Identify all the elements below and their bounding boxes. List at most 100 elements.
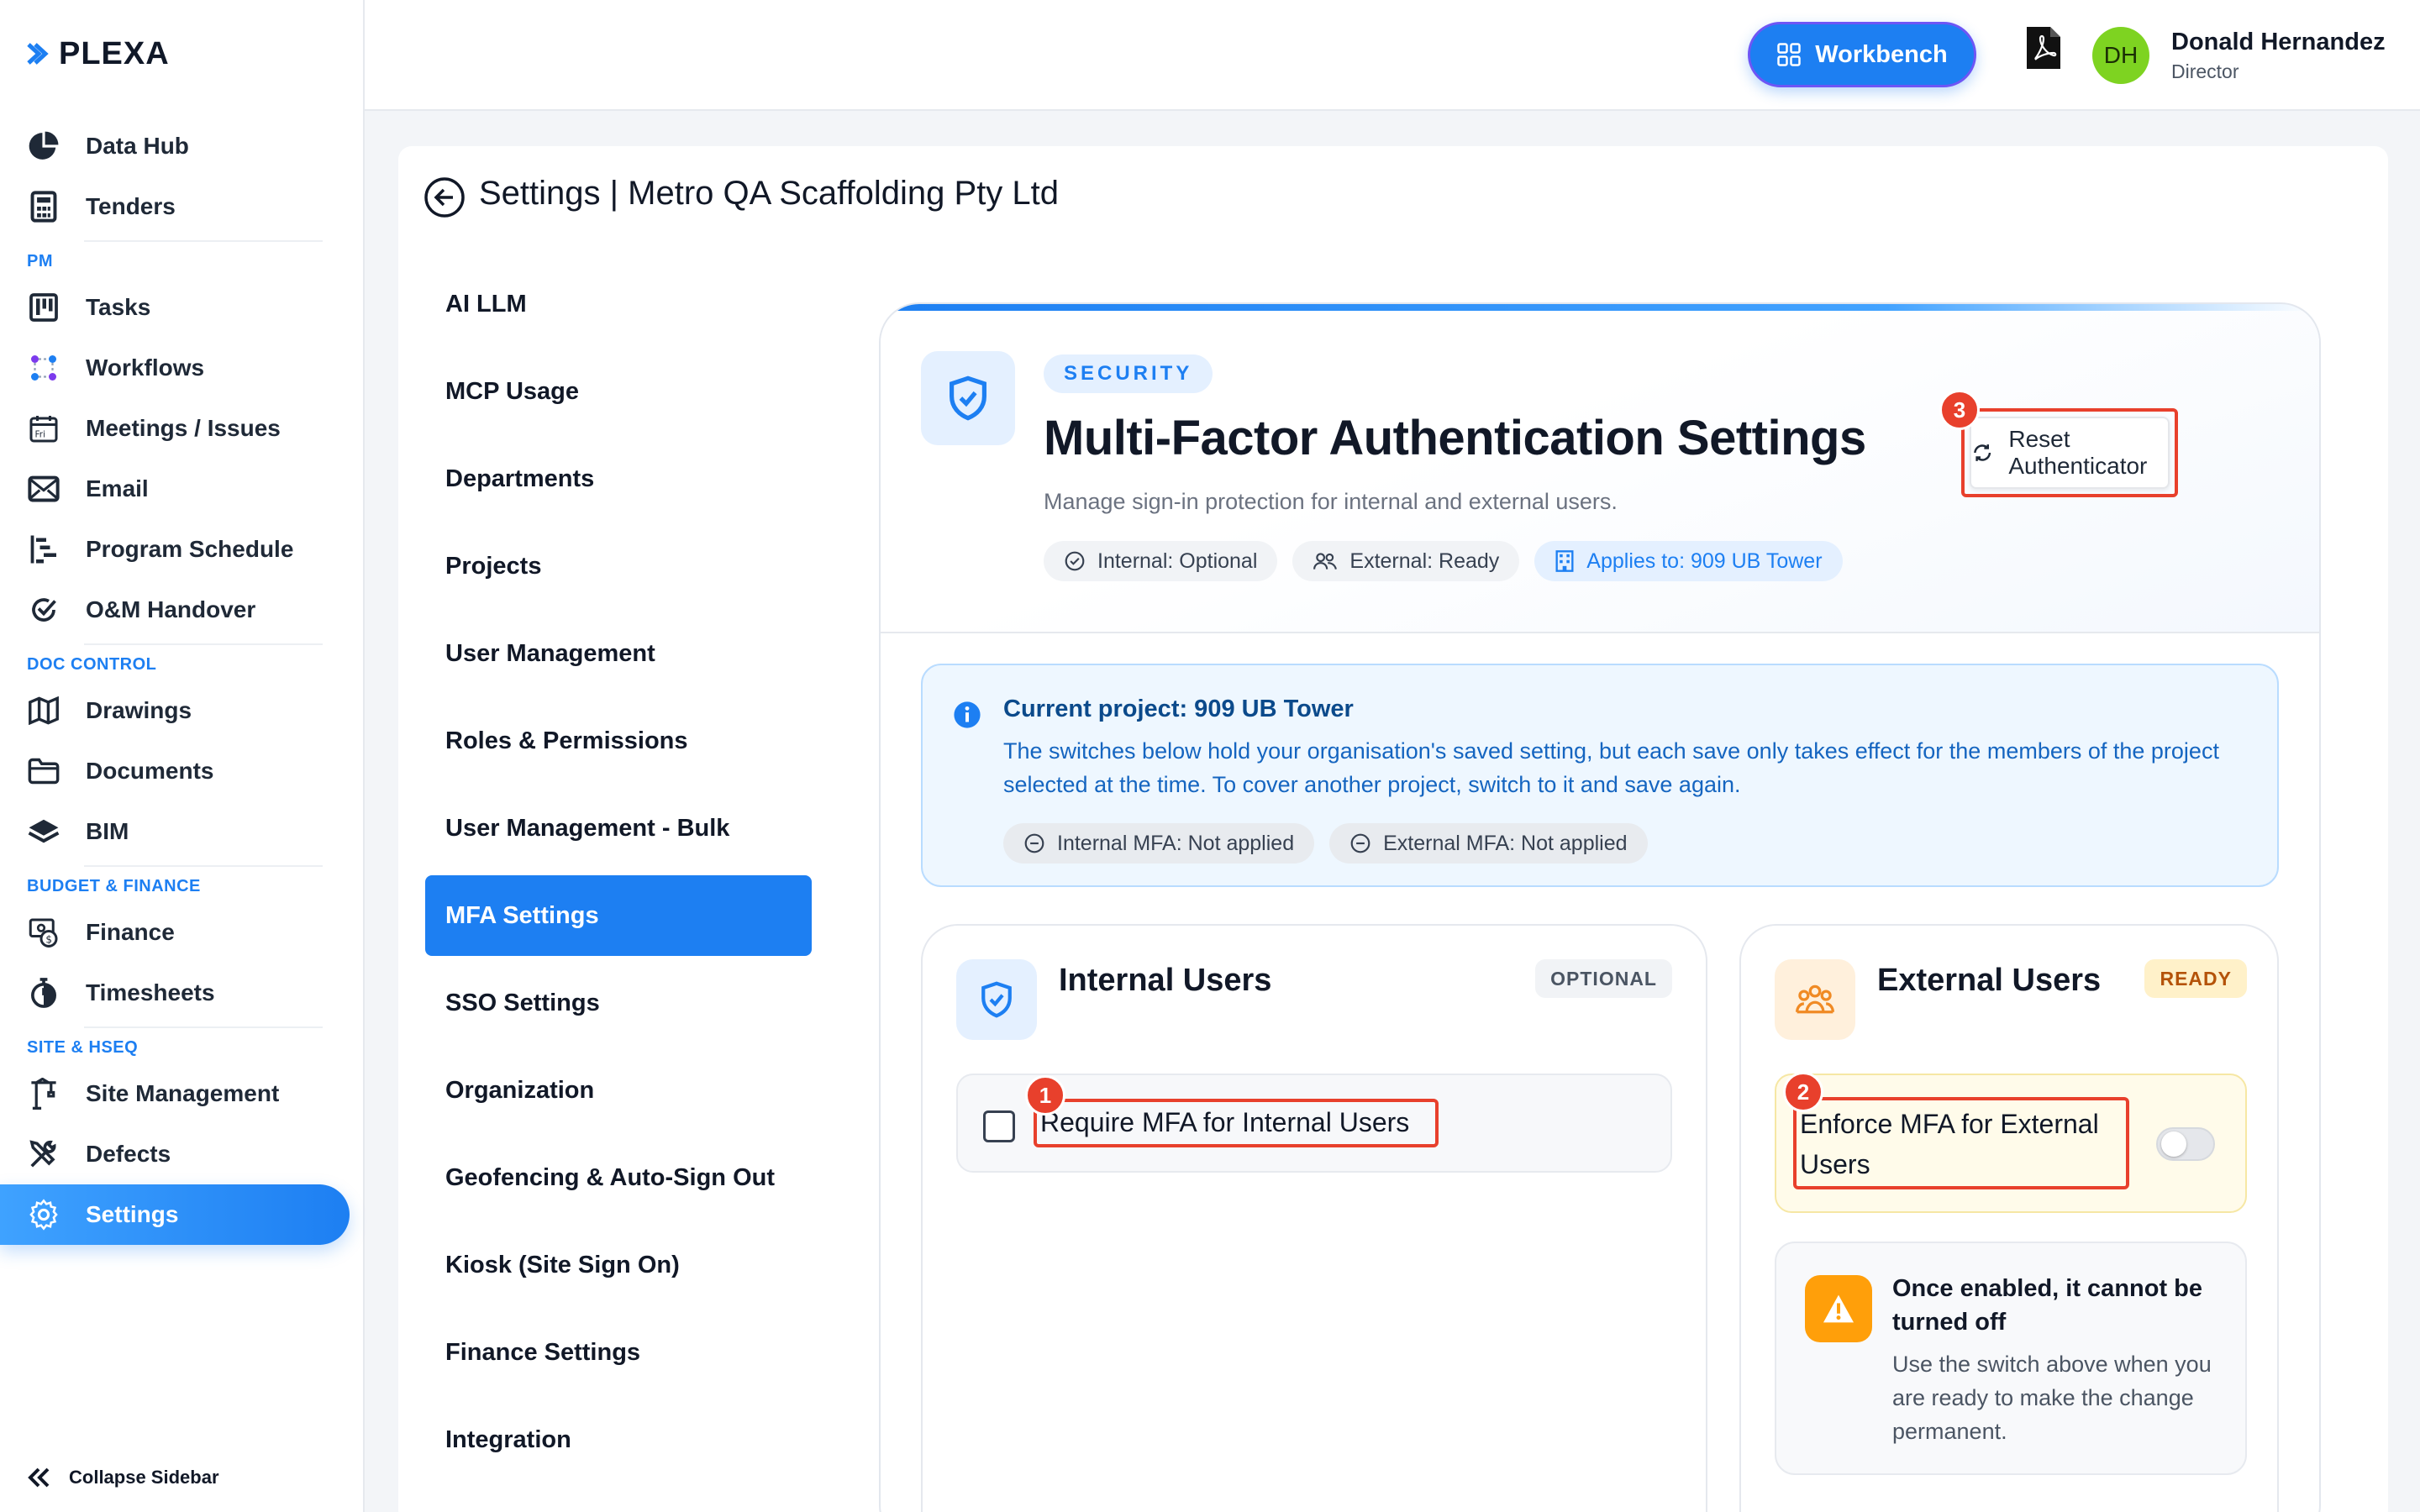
sidebar-item-label: Data Hub bbox=[86, 133, 189, 159]
sidebar-item-tenders[interactable]: Tenders bbox=[0, 176, 365, 237]
sidebar-item-documents[interactable]: Documents bbox=[0, 741, 365, 801]
reset-authenticator-button[interactable]: Reset Authenticator bbox=[1970, 417, 2170, 489]
settings-menu-item[interactable]: AI LLM bbox=[425, 264, 812, 344]
external-users-title: External Users bbox=[1877, 963, 2102, 998]
collapse-sidebar-button[interactable]: Collapse Sidebar bbox=[27, 1467, 219, 1488]
tools-icon bbox=[27, 1137, 60, 1171]
nav-divider bbox=[84, 1026, 323, 1028]
sidebar-item-label: Site Management bbox=[86, 1080, 280, 1106]
external-users-card: External Users READY Enforce MFA for Ext… bbox=[1739, 924, 2279, 1512]
sidebar-item-site-management[interactable]: Site Management bbox=[0, 1063, 365, 1124]
require-mfa-internal-checkbox[interactable] bbox=[983, 1110, 1015, 1142]
enforce-mfa-external-toggle[interactable] bbox=[2156, 1127, 2215, 1161]
gear-icon bbox=[27, 1198, 60, 1231]
settings-menu-item[interactable]: User Management - Bulk bbox=[425, 788, 812, 869]
sidebar-item-email[interactable]: Email bbox=[0, 459, 365, 519]
permanent-change-warning: Once enabled, it cannot be turned off Us… bbox=[1775, 1242, 2247, 1475]
user-role: Director bbox=[2171, 60, 2239, 82]
folder-icon bbox=[27, 754, 60, 788]
collapse-sidebar-label: Collapse Sidebar bbox=[69, 1467, 219, 1488]
require-mfa-internal-label[interactable]: Require MFA for Internal Users bbox=[1040, 1107, 1409, 1138]
settings-menu-item[interactable]: MCP Usage bbox=[425, 351, 812, 432]
info-icon bbox=[954, 701, 981, 728]
calculator-icon bbox=[27, 190, 60, 223]
avatar[interactable]: DH bbox=[2092, 27, 2149, 84]
grid-icon bbox=[1777, 43, 1802, 66]
settings-menu-item[interactable]: Departments bbox=[425, 438, 812, 519]
settings-menu-item[interactable]: Geofencing & Auto-Sign Out bbox=[425, 1137, 812, 1218]
settings-menu-item[interactable]: Kiosk (Site Sign On) bbox=[425, 1225, 812, 1305]
minus-circle-icon bbox=[1350, 833, 1370, 853]
mfa-settings-panel: SECURITY Multi-Factor Authentication Set… bbox=[879, 302, 2321, 1512]
users-icon bbox=[1313, 553, 1338, 570]
kanban-icon bbox=[27, 291, 60, 324]
plexa-logo[interactable]: PLEXA bbox=[27, 35, 170, 71]
sidebar-item-meetings[interactable]: Fri Meetings / Issues bbox=[0, 398, 365, 459]
sidebar-item-program-schedule[interactable]: Program Schedule bbox=[0, 519, 365, 580]
internal-users-card: Internal Users OPTIONAL Require MFA for … bbox=[921, 924, 1707, 1512]
svg-text:Fri: Fri bbox=[35, 430, 46, 440]
sidebar-item-label: Email bbox=[86, 475, 149, 501]
sidebar-item-label: Timesheets bbox=[86, 979, 215, 1005]
internal-applied-label: Internal MFA: Not applied bbox=[1057, 831, 1295, 855]
workbench-button[interactable]: Workbench bbox=[1748, 22, 1976, 87]
layers-icon bbox=[27, 815, 60, 848]
page-title: Settings | Metro QA Scaffolding Pty Ltd bbox=[479, 175, 1060, 212]
sidebar-item-label: Drawings bbox=[86, 697, 192, 723]
enforce-mfa-external-label-line1: Enforce MFA for External bbox=[1800, 1109, 2099, 1139]
warning-text: Use the switch above when you are ready … bbox=[1892, 1352, 2212, 1444]
nav-section-site-hseq: SITE & HSEQ bbox=[27, 1037, 139, 1057]
sidebar-item-data-hub[interactable]: Data Hub bbox=[0, 116, 365, 176]
mail-icon bbox=[27, 472, 60, 506]
sidebar-item-label: Tasks bbox=[86, 294, 151, 320]
sidebar-item-label: O&M Handover bbox=[86, 596, 256, 622]
info-title: Current project: 909 UB Tower bbox=[1003, 696, 1354, 722]
settings-menu: AI LLM MCP Usage Departments Projects User M… bbox=[425, 264, 812, 1487]
settings-menu-item[interactable]: SSO Settings bbox=[425, 963, 812, 1043]
user-name: Donald Hernandez bbox=[2171, 29, 2386, 55]
sidebar-item-label: Settings bbox=[86, 1201, 179, 1227]
sidebar-item-label: Tenders bbox=[86, 193, 176, 219]
mfa-subtitle: Manage sign-in protection for internal a… bbox=[1044, 489, 1618, 514]
settings-menu-item[interactable]: Finance Settings bbox=[425, 1312, 812, 1393]
enforce-mfa-external-label[interactable]: Enforce MFA for External Users bbox=[1800, 1104, 2099, 1184]
settings-menu-item[interactable]: Roles & Permissions bbox=[425, 701, 812, 781]
sidebar-item-workflows[interactable]: Workflows bbox=[0, 338, 365, 398]
gantt-icon bbox=[27, 533, 60, 566]
check-circle-icon bbox=[27, 593, 60, 627]
settings-menu-item[interactable]: Projects bbox=[425, 526, 812, 606]
workflow-icon bbox=[27, 351, 60, 385]
back-button[interactable] bbox=[424, 176, 466, 218]
settings-menu-item[interactable]: User Management bbox=[425, 613, 812, 694]
sidebar-item-timesheets[interactable]: Timesheets bbox=[0, 963, 365, 1023]
status-chip-row: Internal: Optional External: Ready Appli… bbox=[1044, 541, 1843, 581]
sidebar-item-bim[interactable]: BIM bbox=[0, 801, 365, 862]
workbench-label: Workbench bbox=[1815, 40, 1948, 68]
settings-menu-item[interactable]: MFA Settings bbox=[425, 875, 812, 956]
settings-menu-item[interactable]: Integration bbox=[425, 1399, 812, 1480]
sidebar-item-finance[interactable]: $ Finance bbox=[0, 902, 365, 963]
enforce-mfa-external-highlight: Enforce MFA for External Users bbox=[1793, 1097, 2129, 1189]
shield-check-icon bbox=[956, 959, 1037, 1040]
sidebar-item-label: Documents bbox=[86, 758, 214, 784]
logo-text: PLEXA bbox=[59, 35, 170, 71]
external-status-label: External: Ready bbox=[1349, 549, 1500, 573]
sidebar-item-om-handover[interactable]: O&M Handover bbox=[0, 580, 365, 640]
enforce-mfa-external-row: Enforce MFA for External Users 2 bbox=[1775, 1072, 2247, 1213]
users-group-icon bbox=[1775, 959, 1855, 1040]
sidebar-item-settings[interactable]: Settings bbox=[0, 1184, 350, 1245]
current-project-info: Current project: 909 UB Tower The switch… bbox=[921, 664, 2279, 887]
settings-menu-item[interactable]: Organization bbox=[425, 1050, 812, 1131]
svg-text:$: $ bbox=[45, 933, 52, 945]
pdf-icon[interactable] bbox=[2025, 25, 2062, 71]
crane-icon bbox=[27, 1077, 60, 1110]
sidebar-item-label: Meetings / Issues bbox=[86, 415, 281, 441]
double-chevron-left-icon bbox=[28, 1467, 50, 1488]
sidebar-item-tasks[interactable]: Tasks bbox=[0, 277, 365, 338]
toggle-knob bbox=[2161, 1131, 2186, 1157]
require-mfa-internal-row: Require MFA for Internal Users 1 bbox=[956, 1074, 1672, 1173]
sidebar-item-drawings[interactable]: Drawings bbox=[0, 680, 365, 741]
sidebar-item-defects[interactable]: Defects bbox=[0, 1124, 365, 1184]
external-applied-label: External MFA: Not applied bbox=[1383, 831, 1628, 855]
step-badge-1: 1 bbox=[1025, 1075, 1065, 1116]
